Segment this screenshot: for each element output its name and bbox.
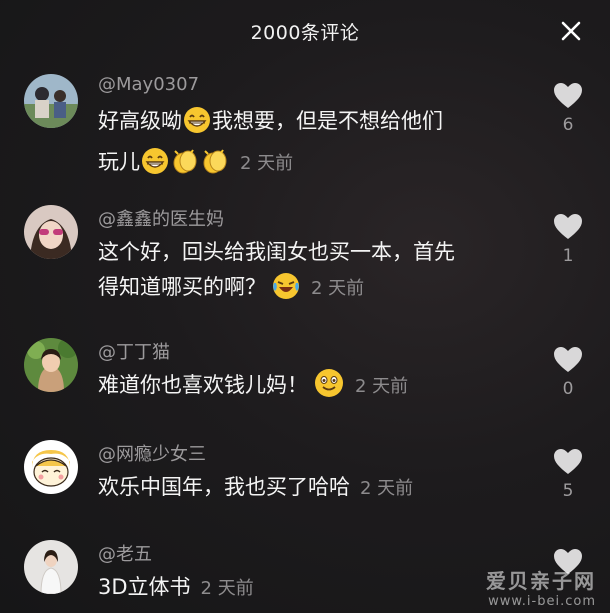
avatar[interactable]: [24, 338, 78, 392]
like-count: 6: [562, 115, 574, 135]
grin-emoji-icon: [183, 106, 211, 145]
avatar[interactable]: [24, 540, 78, 594]
close-icon[interactable]: [560, 20, 582, 42]
comment-text-part: 得知道哪买的啊？: [98, 275, 266, 299]
avatar[interactable]: [24, 440, 78, 494]
comment-text: 难道你也喜欢钱儿妈！ 2 天前: [98, 368, 538, 409]
comment-text-part: 我想要，但是不想给他们: [212, 109, 443, 133]
comment-time: 2 天前: [360, 478, 414, 499]
comment-text: 3D立体书 2 天前: [98, 570, 538, 606]
grin-emoji-icon: [141, 147, 169, 186]
comment-text-part: 难道你也喜欢钱儿妈！: [98, 373, 308, 397]
like-button[interactable]: 6: [552, 82, 584, 135]
site-watermark: 爱贝亲子网 www.i-bei.com: [486, 565, 596, 609]
comment-text-part: 玩儿: [98, 150, 140, 174]
heart-icon: [554, 449, 582, 474]
comment-time: 2 天前: [240, 153, 294, 174]
clap-emoji-icon: [201, 147, 229, 186]
like-count: 5: [562, 481, 574, 501]
comment-text-part: 3D立体书: [98, 575, 191, 599]
comment-time: 2 天前: [200, 578, 254, 599]
like-button[interactable]: 1: [552, 213, 584, 266]
comments-count-title: 2000条评论: [250, 22, 360, 44]
like-button[interactable]: 5: [552, 448, 584, 501]
comments-header: 2000条评论: [0, 0, 610, 62]
comment-username[interactable]: @丁丁猫: [98, 338, 170, 364]
heart-icon: [554, 83, 582, 108]
comment-text: 这个好，回头给我闺女也买一本，首先 得知道哪买的啊？ 2 天前: [98, 235, 538, 311]
avatar[interactable]: [24, 74, 78, 128]
comment-username[interactable]: @May0307: [98, 74, 199, 95]
like-button[interactable]: 0: [552, 346, 584, 399]
heart-icon: [554, 347, 582, 372]
heart-icon: [554, 214, 582, 239]
like-count: 0: [562, 379, 574, 399]
comment-time: 2 天前: [311, 278, 365, 299]
laugh-cry-emoji-icon: [272, 272, 300, 311]
clap-emoji-icon: [171, 147, 199, 186]
comment-text: 好高级呦 我想要，但是不想给他们 玩儿 2 天前: [98, 104, 538, 186]
comment-time: 2 天前: [355, 376, 409, 397]
comments-panel: 2000条评论 @May0307 好高级呦 我想要，但是不想给他们 玩儿 2 天前: [0, 0, 610, 613]
like-count: 1: [562, 246, 574, 266]
comment-username[interactable]: @鑫鑫的医生妈: [98, 205, 224, 231]
avatar[interactable]: [24, 205, 78, 259]
comment-text-part: 好高级呦: [98, 109, 182, 133]
smile-emoji-icon: [314, 368, 344, 409]
watermark-title: 爱贝亲子网: [486, 569, 596, 593]
comment-username[interactable]: @老五: [98, 540, 152, 566]
comment-text-part: 这个好，回头给我闺女也买一本，首先: [98, 240, 455, 264]
comment-username[interactable]: @网瘾少女三: [98, 440, 206, 466]
watermark-url: www.i-bei.com: [488, 594, 596, 609]
comment-text: 欢乐中国年，我也买了哈哈 2 天前: [98, 470, 538, 506]
comment-text-part: 欢乐中国年，我也买了哈哈: [98, 475, 350, 499]
